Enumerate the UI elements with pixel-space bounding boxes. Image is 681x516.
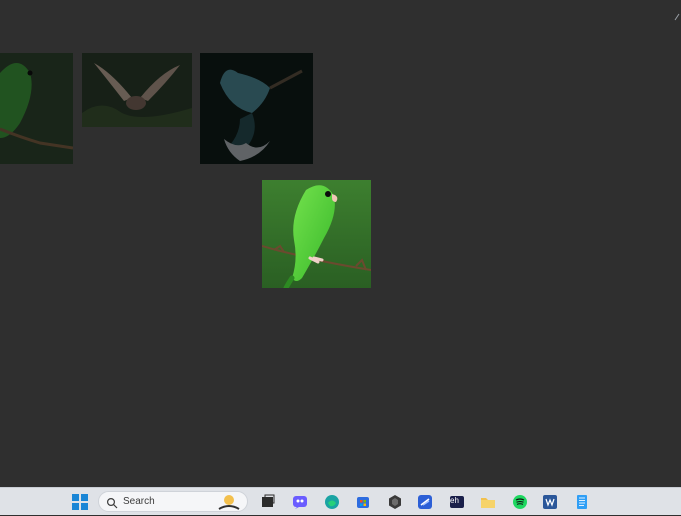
start-button[interactable] [70, 492, 90, 512]
vscode-icon[interactable] [415, 492, 435, 512]
chat-icon[interactable] [290, 492, 310, 512]
store-icon[interactable] [353, 492, 373, 512]
search-widget-icon [217, 493, 241, 511]
edge-icon[interactable] [322, 492, 342, 512]
terminal-icon[interactable]: eh [447, 492, 467, 512]
spotify-icon[interactable] [510, 492, 530, 512]
taskbar-search[interactable]: Search [98, 491, 248, 512]
terminal-label: eh [450, 496, 459, 505]
app-icon[interactable] [385, 492, 405, 512]
notepad-icon[interactable] [572, 492, 592, 512]
word-icon[interactable] [540, 492, 560, 512]
edge-marker-icon [674, 8, 680, 21]
task-view-icon[interactable] [258, 492, 278, 512]
thumbnail-kingfisher[interactable] [200, 53, 313, 164]
thumbnail-green-parrot-cropped[interactable] [0, 53, 73, 164]
selected-image-green-parrot[interactable] [262, 180, 371, 288]
thumbnail-bird-in-flight[interactable] [82, 53, 192, 127]
windows-logo-icon [72, 494, 88, 510]
search-label: Search [123, 496, 155, 507]
green-parrot-image [0, 53, 73, 164]
green-parrot-image [262, 180, 371, 288]
taskbar: Search eh [0, 487, 681, 515]
file-explorer-icon[interactable] [478, 492, 498, 512]
kingfisher-image [200, 53, 313, 164]
bird-in-flight-image [82, 53, 192, 127]
search-icon [106, 496, 118, 509]
